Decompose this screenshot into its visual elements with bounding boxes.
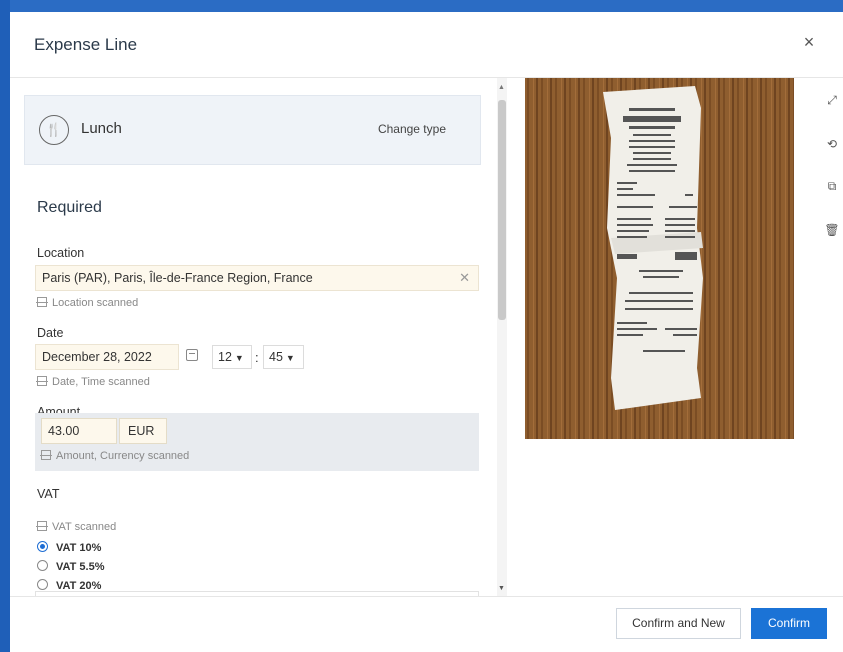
date-scanned-note: Date, Time scanned: [36, 376, 150, 388]
radio-selected[interactable]: [37, 541, 48, 552]
modal-title: Expense Line: [34, 35, 138, 54]
confirm-button[interactable]: Confirm: [751, 608, 827, 639]
chevron-down-icon: ▼: [234, 353, 244, 363]
expense-type-card: 🍴 Lunch Change type: [24, 95, 481, 165]
scroll-up-icon[interactable]: ▲: [498, 84, 505, 91]
calendar-icon[interactable]: [186, 349, 198, 361]
app-backdrop-left: [0, 0, 10, 652]
app-backdrop-top: [0, 0, 843, 12]
radio-unselected[interactable]: [37, 579, 48, 590]
radio-unselected[interactable]: [37, 560, 48, 571]
amount-group: 43.00 EUR Amount, Currency scanned: [35, 413, 479, 471]
chevron-down-icon: ▼: [285, 353, 295, 363]
scan-icon: [36, 521, 48, 531]
trash-icon[interactable]: 🗑: [820, 218, 843, 242]
clear-location-icon[interactable]: ✕: [459, 266, 470, 290]
receipt-photo: [525, 78, 794, 439]
fork-knife-icon: 🍴: [39, 115, 69, 145]
location-input[interactable]: Paris (PAR), Paris, Île-de-France Region…: [35, 265, 479, 291]
vat-option-10[interactable]: VAT 10%: [37, 541, 101, 554]
location-scanned-note: Location scanned: [36, 297, 138, 309]
scroll-down-icon[interactable]: ▼: [498, 585, 505, 592]
scan-icon: [40, 450, 52, 460]
expense-type-label: Lunch: [81, 120, 122, 137]
required-section-title: Required: [37, 199, 102, 216]
vat-label: VAT: [37, 487, 60, 501]
confirm-and-new-button[interactable]: Confirm and New: [616, 608, 741, 639]
hour-select[interactable]: 12 ▼: [212, 345, 252, 369]
form-pane: 🍴 Lunch Change type Required Location Pa…: [10, 78, 507, 596]
vat-scanned-note: VAT scanned: [36, 521, 116, 533]
rotate-icon[interactable]: ⟲: [820, 132, 843, 156]
currency-input[interactable]: EUR: [119, 418, 167, 444]
expense-line-modal: Expense Line × 🍴 Lunch Change type Requi…: [10, 12, 843, 652]
amount-input[interactable]: 43.00: [41, 418, 117, 444]
copy-icon[interactable]: ⧉: [820, 174, 843, 198]
receipt-image: [525, 78, 794, 439]
close-button[interactable]: ×: [799, 32, 819, 53]
date-input[interactable]: December 28, 2022: [35, 344, 179, 370]
vat-option-5-5[interactable]: VAT 5.5%: [37, 560, 105, 573]
amount-scanned-note: Amount, Currency scanned: [40, 450, 189, 462]
modal-footer: Confirm and New Confirm: [10, 596, 843, 652]
scan-icon: [36, 297, 48, 307]
image-toolbar: ⤢ ⟲ ⧉ 🗑: [814, 78, 843, 358]
change-type-link[interactable]: Change type: [378, 122, 446, 136]
scan-icon: [36, 376, 48, 386]
scroll-thumb[interactable]: [498, 100, 506, 320]
modal-header: Expense Line ×: [10, 12, 843, 78]
location-value: Paris (PAR), Paris, Île-de-France Region…: [42, 271, 313, 285]
expand-icon[interactable]: ⤢: [820, 88, 843, 112]
date-label: Date: [37, 326, 64, 340]
form-scrollbar[interactable]: ▲ ▼: [497, 78, 507, 596]
minute-select[interactable]: 45 ▼: [263, 345, 304, 369]
time-separator: :: [255, 350, 259, 365]
location-label: Location: [37, 246, 85, 260]
